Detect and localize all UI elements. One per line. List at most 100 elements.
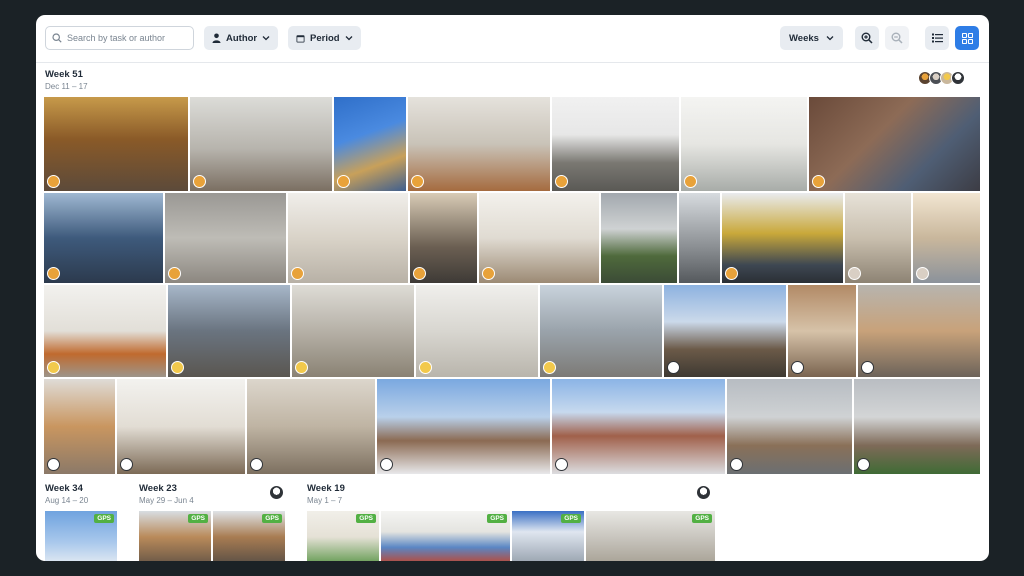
chevron-down-icon <box>262 35 270 41</box>
zoom-out-button[interactable] <box>885 26 909 50</box>
period-filter-label: Period <box>310 32 340 44</box>
author-avatar <box>412 267 426 280</box>
week-date-range: Aug 14 – 20 <box>45 496 89 505</box>
site-photo[interactable] <box>809 97 981 191</box>
week-date-range: May 29 – Jun 4 <box>139 496 194 505</box>
site-photo[interactable] <box>551 379 725 474</box>
author-avatar <box>857 458 871 471</box>
site-photo[interactable] <box>292 285 415 377</box>
week-23-photos: GPS GPS <box>139 511 285 561</box>
search-box[interactable] <box>45 26 194 50</box>
avatar[interactable] <box>951 71 965 85</box>
chevron-down-icon <box>345 35 353 41</box>
gps-badge: GPS <box>487 514 507 523</box>
week-23-header: Week 23 May 29 – Jun 4 <box>139 483 194 505</box>
site-photo[interactable] <box>679 193 721 283</box>
search-icon <box>52 33 62 43</box>
author-filter-label: Author <box>226 32 258 44</box>
author-avatar <box>812 175 826 188</box>
author-avatar <box>337 175 351 188</box>
site-photo[interactable] <box>912 193 981 283</box>
site-photo[interactable] <box>844 193 911 283</box>
photo-row <box>44 285 981 377</box>
week-date-range: Dec 11 – 17 <box>45 82 88 91</box>
week-19-authors[interactable] <box>696 485 711 500</box>
site-photo[interactable] <box>117 379 246 474</box>
site-photo[interactable] <box>722 193 843 283</box>
period-filter-button[interactable]: Period <box>288 26 361 50</box>
author-avatar <box>555 175 569 188</box>
author-avatar <box>554 458 568 471</box>
photo-row <box>44 379 981 474</box>
site-photo[interactable] <box>376 379 550 474</box>
week-title: Week 19 <box>307 483 345 494</box>
search-input[interactable] <box>67 33 177 43</box>
week-23-authors[interactable] <box>269 485 284 500</box>
avatar[interactable] <box>696 485 711 500</box>
site-photo[interactable] <box>407 97 551 191</box>
author-avatar <box>419 361 433 374</box>
site-photo[interactable] <box>478 193 600 283</box>
site-photo[interactable]: GPS <box>213 511 285 561</box>
list-view-button[interactable] <box>925 26 949 50</box>
site-photo[interactable] <box>680 97 808 191</box>
site-photo[interactable] <box>44 379 116 474</box>
zoom-in-icon <box>861 32 873 44</box>
week-title: Week 51 <box>45 69 83 80</box>
gps-badge: GPS <box>561 514 581 523</box>
weeks-grouping-select[interactable]: Weeks <box>780 26 843 50</box>
avatar[interactable] <box>269 485 284 500</box>
site-photo[interactable] <box>540 285 663 377</box>
site-photo[interactable] <box>857 285 981 377</box>
author-avatar <box>47 175 60 188</box>
site-photo[interactable] <box>552 97 679 191</box>
site-photo[interactable] <box>416 285 539 377</box>
photo-row <box>44 193 981 283</box>
week-date-range: May 1 – 7 <box>307 496 343 505</box>
weeks-select-label: Weeks <box>789 32 819 44</box>
grid-view-button[interactable] <box>955 26 979 50</box>
author-avatar <box>729 458 743 471</box>
author-avatar <box>250 458 264 471</box>
site-photo[interactable] <box>287 193 408 283</box>
author-avatar <box>171 361 185 374</box>
site-photo[interactable]: GPS <box>139 511 211 561</box>
author-avatar <box>295 361 309 374</box>
site-photo[interactable] <box>165 193 286 283</box>
author-avatar <box>290 267 304 280</box>
author-avatar <box>725 267 739 280</box>
site-photo[interactable] <box>788 285 856 377</box>
site-photo[interactable] <box>44 285 167 377</box>
site-photo[interactable]: GPS <box>512 511 584 561</box>
site-photo[interactable] <box>664 285 787 377</box>
author-filter-button[interactable]: Author <box>204 26 279 50</box>
site-photo[interactable]: GPS <box>586 511 715 561</box>
site-photo[interactable] <box>189 97 333 191</box>
week-19-header: Week 19 May 1 – 7 <box>307 483 345 505</box>
site-photo[interactable] <box>168 285 291 377</box>
week-34-photos: GPS <box>45 511 117 561</box>
author-avatar <box>168 267 182 280</box>
grid-icon <box>961 32 973 44</box>
zoom-in-button[interactable] <box>855 26 879 50</box>
site-photo[interactable] <box>854 379 981 474</box>
site-photo[interactable]: GPS <box>45 511 117 561</box>
site-photo[interactable] <box>44 97 188 191</box>
author-avatar <box>120 458 134 471</box>
site-photo[interactable] <box>247 379 375 474</box>
week-19-photos: GPS GPS GPS GPS <box>307 511 715 561</box>
author-avatar <box>791 361 805 374</box>
gps-badge: GPS <box>94 514 114 523</box>
photo-row <box>44 97 981 191</box>
week-51-authors[interactable] <box>918 71 965 85</box>
site-photo[interactable] <box>334 97 406 191</box>
site-photo[interactable] <box>601 193 678 283</box>
site-photo[interactable]: GPS <box>307 511 379 561</box>
site-photo[interactable] <box>44 193 164 283</box>
site-photo[interactable] <box>726 379 853 474</box>
site-photo[interactable]: GPS <box>381 511 510 561</box>
author-avatar <box>47 458 60 471</box>
gps-badge: GPS <box>188 514 208 523</box>
chevron-down-icon <box>826 35 834 41</box>
site-photo[interactable] <box>409 193 477 283</box>
